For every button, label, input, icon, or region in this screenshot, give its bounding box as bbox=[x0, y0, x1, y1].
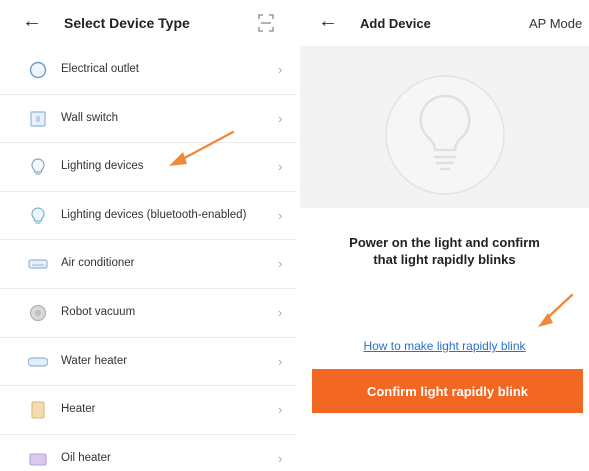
right-header: ← Add Device AP Mode bbox=[300, 0, 589, 46]
air-conditioner-icon bbox=[28, 259, 48, 269]
outlet-icon bbox=[29, 61, 47, 79]
wall-switch-icon bbox=[30, 110, 46, 127]
item-label: Air conditioner bbox=[61, 257, 135, 270]
item-label: Lighting devices (bluetooth-enabled) bbox=[61, 208, 247, 221]
water-heater-icon bbox=[28, 356, 48, 367]
chevron-right-icon: › bbox=[278, 304, 283, 320]
annotation-arrow-icon bbox=[169, 130, 235, 166]
chevron-right-icon: › bbox=[278, 207, 283, 223]
list-item-wall-switch[interactable]: Wall switch › bbox=[0, 95, 297, 144]
item-label: Robot vacuum bbox=[61, 305, 136, 318]
chevron-right-icon: › bbox=[278, 353, 283, 369]
item-label: Wall switch bbox=[61, 111, 119, 124]
back-arrow-icon[interactable]: ← bbox=[318, 11, 338, 31]
heater-icon bbox=[31, 401, 45, 419]
item-label: Water heater bbox=[61, 354, 128, 367]
list-item-robot-vacuum[interactable]: Robot vacuum › bbox=[0, 289, 297, 338]
list-item-water-heater[interactable]: Water heater › bbox=[0, 338, 297, 387]
robot-vacuum-icon bbox=[29, 304, 47, 322]
list-item-oil-heater[interactable]: Oil heater › bbox=[0, 435, 297, 471]
item-label: Heater bbox=[61, 403, 96, 416]
add-device-screen: ← Add Device AP Mode Power on the light … bbox=[300, 0, 589, 471]
bluetooth-bulb-icon bbox=[31, 207, 45, 224]
left-header: ← Select Device Type bbox=[0, 0, 297, 46]
page-title: Select Device Type bbox=[64, 15, 190, 31]
item-label: Lighting devices bbox=[61, 160, 144, 173]
chevron-right-icon: › bbox=[278, 402, 283, 418]
chevron-right-icon: › bbox=[278, 110, 283, 126]
list-item-lighting-devices-bluetooth[interactable]: Lighting devices (bluetooth-enabled) › bbox=[0, 192, 297, 241]
ap-mode-toggle[interactable]: AP Mode bbox=[529, 16, 582, 31]
item-label: Electrical outlet bbox=[61, 63, 139, 75]
device-type-list: Electrical outlet › Wall switch › Lighti… bbox=[0, 46, 297, 471]
bulb-icon bbox=[31, 158, 45, 175]
instruction-line: Power on the light and confirm bbox=[349, 235, 540, 250]
instruction-line: that light rapidly blinks bbox=[373, 252, 516, 267]
instruction-text: Power on the light and confirm that ligh… bbox=[300, 234, 589, 268]
item-label: Oil heater bbox=[61, 451, 111, 464]
scan-icon[interactable] bbox=[258, 14, 274, 32]
chevron-right-icon: › bbox=[278, 450, 283, 466]
list-item-air-conditioner[interactable]: Air conditioner › bbox=[0, 240, 297, 289]
select-device-type-screen: ← Select Device Type Electrical outlet ›… bbox=[0, 0, 297, 471]
page-title: Add Device bbox=[360, 16, 431, 31]
device-illustration bbox=[300, 46, 589, 208]
back-arrow-icon[interactable]: ← bbox=[22, 11, 42, 31]
annotation-arrow-icon bbox=[538, 293, 574, 327]
confirm-blink-button[interactable]: Confirm light rapidly blink bbox=[312, 369, 583, 413]
help-link[interactable]: How to make light rapidly blink bbox=[300, 339, 589, 353]
list-item-lighting-devices[interactable]: Lighting devices › bbox=[0, 143, 297, 192]
chevron-right-icon: › bbox=[278, 62, 283, 77]
list-item-heater[interactable]: Heater › bbox=[0, 386, 297, 435]
list-item-electrical-outlet[interactable]: Electrical outlet › bbox=[0, 46, 297, 95]
bulb-icon bbox=[385, 75, 505, 195]
chevron-right-icon: › bbox=[278, 256, 283, 272]
chevron-right-icon: › bbox=[278, 159, 283, 175]
oil-heater-icon bbox=[29, 453, 47, 466]
